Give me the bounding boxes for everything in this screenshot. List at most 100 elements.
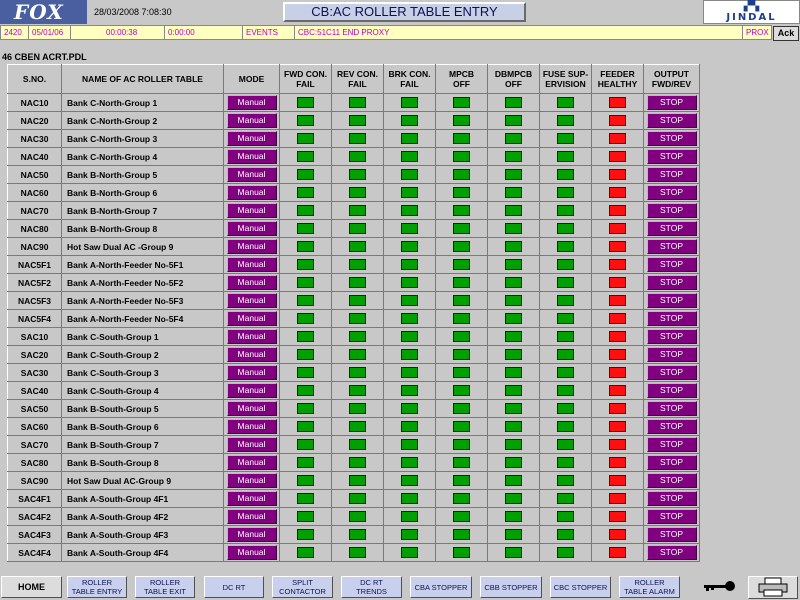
row-fuse-cell <box>539 327 592 346</box>
output-stop-button[interactable]: STOP <box>646 419 697 434</box>
col-rev-con-fail: REV CON. FAIL <box>331 64 384 94</box>
row-brk-cell <box>383 363 436 382</box>
output-stop-button[interactable]: STOP <box>646 203 697 218</box>
row-output-cell: STOP <box>643 381 700 400</box>
mode-manual-button[interactable]: Manual <box>226 329 277 344</box>
output-stop-button[interactable]: STOP <box>646 275 697 290</box>
row-sno: SAC4F3 <box>7 525 62 544</box>
output-stop-button[interactable]: STOP <box>646 527 697 542</box>
output-stop-button[interactable]: STOP <box>646 185 697 200</box>
mode-manual-button[interactable]: Manual <box>226 239 277 254</box>
output-stop-button[interactable]: STOP <box>646 545 697 560</box>
split-line2: CONTACTOR <box>279 587 326 596</box>
table-row: SAC50 Bank B-South-Group 5 Manual STOP <box>7 399 700 418</box>
output-stop-button[interactable]: STOP <box>646 95 697 110</box>
row-dbmpcb-cell <box>487 111 540 130</box>
output-stop-button[interactable]: STOP <box>646 455 697 470</box>
output-stop-button[interactable]: STOP <box>646 167 697 182</box>
mode-manual-button[interactable]: Manual <box>226 185 277 200</box>
row-mpcb-cell <box>435 93 488 112</box>
mode-manual-button[interactable]: Manual <box>226 113 277 128</box>
row-feeder-cell <box>591 435 644 454</box>
row-rev-cell <box>331 453 384 472</box>
output-stop-button[interactable]: STOP <box>646 131 697 146</box>
row-name: Bank C-South-Group 2 <box>61 345 224 364</box>
row-dbmpcb-cell <box>487 273 540 292</box>
split-contactor-button[interactable]: SPLIT CONTACTOR <box>272 576 333 598</box>
key-icon[interactable] <box>702 579 738 595</box>
output-stop-button[interactable]: STOP <box>646 347 697 362</box>
mode-manual-button[interactable]: Manual <box>226 149 277 164</box>
alarm-id: 2420 <box>1 26 29 39</box>
output-stop-button[interactable]: STOP <box>646 239 697 254</box>
output-stop-button[interactable]: STOP <box>646 113 697 128</box>
mode-manual-button[interactable]: Manual <box>226 95 277 110</box>
mode-manual-button[interactable]: Manual <box>226 383 277 398</box>
row-sno: NAC10 <box>7 93 62 112</box>
row-brk-cell <box>383 435 436 454</box>
dc-rt-button[interactable]: DC RT <box>204 576 264 598</box>
status-led-ok <box>453 187 470 199</box>
row-brk-cell <box>383 273 436 292</box>
output-stop-button[interactable]: STOP <box>646 491 697 506</box>
mode-manual-button[interactable]: Manual <box>226 527 277 542</box>
status-led-ok <box>401 115 418 127</box>
mode-manual-button[interactable]: Manual <box>226 545 277 560</box>
col-fuse-line1: FUSE SUP- <box>542 69 589 79</box>
status-led-ok <box>453 133 470 145</box>
output-stop-button[interactable]: STOP <box>646 149 697 164</box>
row-name: Bank A-North-Feeder No-5F1 <box>61 255 224 274</box>
printer-icon[interactable] <box>748 576 798 599</box>
row-mode-cell: Manual <box>223 291 280 310</box>
output-stop-button[interactable]: STOP <box>646 365 697 380</box>
ack-button[interactable]: Ack <box>773 26 799 41</box>
mode-manual-button[interactable]: Manual <box>226 293 277 308</box>
mode-manual-button[interactable]: Manual <box>226 311 277 326</box>
output-stop-button[interactable]: STOP <box>646 257 697 272</box>
output-stop-button[interactable]: STOP <box>646 437 697 452</box>
cbb-stopper-button[interactable]: CBB STOPPER <box>480 576 542 598</box>
mode-manual-button[interactable]: Manual <box>226 221 277 236</box>
mode-manual-button[interactable]: Manual <box>226 401 277 416</box>
dc-rt-trends-button[interactable]: DC RT TRENDS <box>341 576 402 598</box>
mode-manual-button[interactable]: Manual <box>226 131 277 146</box>
mode-manual-button[interactable]: Manual <box>226 203 277 218</box>
cbc-stopper-button[interactable]: CBC STOPPER <box>550 576 611 598</box>
mode-manual-button[interactable]: Manual <box>226 365 277 380</box>
output-stop-button[interactable]: STOP <box>646 221 697 236</box>
status-led-ok <box>505 313 522 325</box>
roller-table-exit-button[interactable]: ROLLER TABLE EXIT <box>135 576 195 598</box>
alarm-banner[interactable]: 2420 05/01/06 00:00:38 0:00:00 EVENTS CB… <box>0 25 772 40</box>
table-row: SAC30 Bank C-South-Group 3 Manual STOP <box>7 363 700 382</box>
cba-stopper-button[interactable]: CBA STOPPER <box>410 576 472 598</box>
mode-manual-button[interactable]: Manual <box>226 491 277 506</box>
roller-table-entry-button[interactable]: ROLLER TABLE ENTRY <box>67 576 127 598</box>
status-led-ok <box>453 529 470 541</box>
home-button[interactable]: HOME <box>1 576 62 598</box>
status-led-ok <box>401 385 418 397</box>
roller-table-alarm-button[interactable]: ROLLER TABLE ALARM <box>619 576 680 598</box>
screen-subtitle: 46 CBEN ACRT.PDL <box>2 52 87 62</box>
mode-manual-button[interactable]: Manual <box>226 275 277 290</box>
status-led-ok <box>557 223 574 235</box>
status-led-ok <box>349 313 366 325</box>
mode-manual-button[interactable]: Manual <box>226 167 277 182</box>
mode-manual-button[interactable]: Manual <box>226 473 277 488</box>
mode-manual-button[interactable]: Manual <box>226 257 277 272</box>
output-stop-button[interactable]: STOP <box>646 509 697 524</box>
mode-manual-button[interactable]: Manual <box>226 455 277 470</box>
output-stop-button[interactable]: STOP <box>646 311 697 326</box>
mode-manual-button[interactable]: Manual <box>226 509 277 524</box>
output-stop-button[interactable]: STOP <box>646 329 697 344</box>
status-led-ok <box>453 277 470 289</box>
output-stop-button[interactable]: STOP <box>646 383 697 398</box>
output-stop-button[interactable]: STOP <box>646 473 697 488</box>
output-stop-button[interactable]: STOP <box>646 293 697 308</box>
mode-manual-button[interactable]: Manual <box>226 437 277 452</box>
output-stop-button[interactable]: STOP <box>646 401 697 416</box>
table-header-row: S.NO. NAME OF AC ROLLER TABLE MODE FWD C… <box>7 64 700 94</box>
row-sno: NAC80 <box>7 219 62 238</box>
status-led-ok <box>401 349 418 361</box>
mode-manual-button[interactable]: Manual <box>226 419 277 434</box>
mode-manual-button[interactable]: Manual <box>226 347 277 362</box>
